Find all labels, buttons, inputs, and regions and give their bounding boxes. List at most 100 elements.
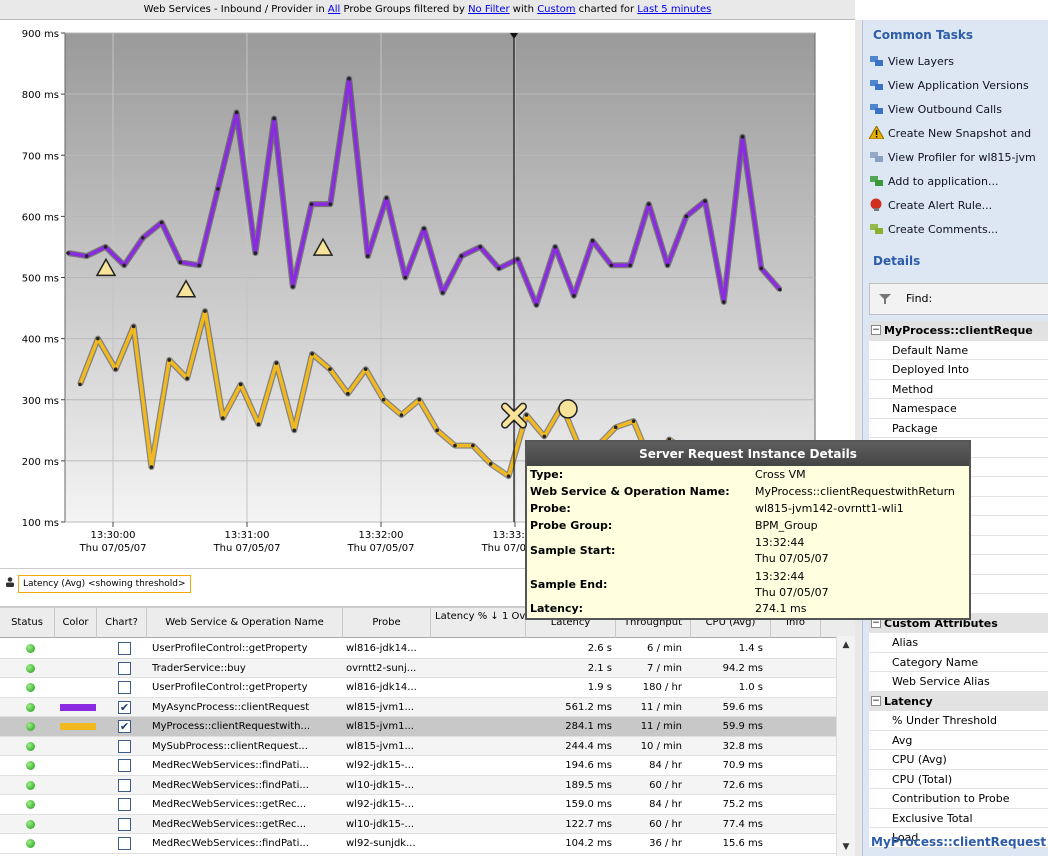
custom-link[interactable]: Custom — [537, 4, 575, 15]
chart-checkbox[interactable] — [118, 642, 131, 655]
property-row[interactable]: Alias — [869, 633, 1048, 653]
property-category[interactable]: − MyProcess::clientReque — [869, 321, 1048, 341]
property-row[interactable]: Category Name — [869, 652, 1048, 672]
property-row[interactable]: Namespace — [869, 399, 1048, 419]
data-point[interactable] — [478, 245, 483, 249]
table-row[interactable]: ✔ MyProcess::clientRequestwith... wl815-jv… — [0, 717, 836, 737]
data-point[interactable] — [272, 116, 276, 121]
data-point[interactable] — [572, 294, 576, 298]
find-field[interactable]: Find: — [869, 283, 1048, 315]
data-point[interactable] — [778, 287, 782, 292]
chart-checkbox[interactable]: ✔ — [118, 720, 131, 733]
task-layers[interactable]: View Layers — [869, 52, 954, 72]
data-point[interactable] — [524, 413, 529, 417]
data-point[interactable] — [309, 202, 314, 206]
property-row[interactable]: Web Service Alias — [869, 672, 1048, 692]
data-point[interactable] — [440, 290, 445, 295]
task-add-app[interactable]: Add to application... — [869, 172, 999, 192]
data-point[interactable] — [515, 257, 520, 261]
selected-operation-link[interactable]: MyProcess::clientRequest — [871, 835, 1046, 849]
data-point[interactable] — [238, 382, 243, 387]
data-point[interactable] — [167, 358, 172, 362]
chart-checkbox[interactable] — [118, 778, 131, 792]
data-point[interactable] — [185, 376, 189, 381]
data-point[interactable] — [759, 266, 764, 271]
scroll-down-button[interactable]: ▼ — [839, 840, 853, 854]
property-row[interactable]: Exclusive Total — [869, 808, 1048, 828]
data-point[interactable] — [310, 352, 314, 356]
data-point[interactable] — [363, 367, 368, 371]
data-point[interactable] — [534, 303, 539, 307]
task-versions[interactable]: View Application Versions — [869, 76, 1029, 96]
data-point[interactable] — [721, 300, 726, 304]
data-point[interactable] — [453, 443, 457, 448]
data-point[interactable] — [497, 266, 501, 271]
data-point[interactable] — [609, 263, 614, 268]
data-point[interactable] — [66, 251, 70, 255]
data-point[interactable] — [590, 239, 595, 243]
property-row[interactable]: CPU (Avg) — [869, 750, 1048, 770]
data-point[interactable] — [216, 187, 220, 191]
data-point[interactable] — [613, 425, 618, 430]
data-point[interactable] — [159, 220, 164, 225]
scroll-up-button[interactable]: ▲ — [839, 638, 853, 652]
legend-metric-label[interactable]: Latency (Avg) <showing threshold> — [18, 575, 191, 593]
data-point[interactable] — [221, 416, 225, 420]
data-point[interactable] — [647, 202, 651, 206]
property-row[interactable]: Default Name — [869, 340, 1048, 360]
col-status[interactable]: Status — [0, 608, 55, 638]
data-point[interactable] — [403, 275, 408, 280]
data-point[interactable] — [399, 413, 404, 417]
data-point[interactable] — [417, 397, 422, 402]
data-point[interactable] — [384, 196, 389, 200]
data-point[interactable] — [234, 110, 239, 115]
table-row[interactable]: ✔ MyAsyncProcess::clientRequest wl815-jvm1… — [0, 697, 836, 717]
data-point[interactable] — [381, 397, 386, 402]
filter-link[interactable]: No Filter — [468, 4, 510, 15]
data-point[interactable] — [113, 367, 118, 371]
data-point[interactable] — [459, 254, 464, 258]
data-point[interactable] — [506, 474, 511, 478]
data-point[interactable] — [542, 434, 547, 439]
data-point[interactable] — [197, 263, 201, 268]
data-point[interactable] — [131, 324, 136, 329]
col-chart[interactable]: Chart? — [97, 608, 147, 638]
data-point[interactable] — [740, 135, 745, 139]
data-point[interactable] — [274, 361, 279, 365]
data-point[interactable] — [78, 382, 82, 387]
probe-groups-link[interactable]: All — [328, 4, 340, 15]
chart-checkbox[interactable] — [118, 681, 131, 694]
table-row[interactable]: UserProfileControl::getProperty wl816-jdk… — [0, 639, 836, 659]
col-color[interactable]: Color — [55, 608, 97, 638]
task-outbound-calls[interactable]: View Outbound Calls — [869, 100, 1002, 120]
task-comment[interactable]: Create Comments... — [869, 220, 998, 240]
data-point[interactable] — [703, 199, 707, 203]
chart-checkbox[interactable] — [118, 739, 131, 753]
data-point[interactable] — [149, 465, 154, 469]
chart-checkbox[interactable]: ✔ — [118, 700, 131, 714]
property-row[interactable]: Package — [869, 418, 1048, 438]
data-point[interactable] — [253, 251, 258, 255]
collapse-icon[interactable]: − — [871, 695, 881, 706]
table-scrollbar[interactable]: ▲ ▼ — [836, 636, 855, 856]
property-row[interactable]: % Under Threshold — [869, 711, 1048, 731]
col-name[interactable]: Web Service & Operation Name — [147, 608, 343, 638]
property-row[interactable]: CPU (Total) — [869, 769, 1048, 789]
data-point[interactable] — [96, 336, 100, 341]
chart-checkbox[interactable] — [118, 837, 131, 850]
data-point[interactable] — [328, 367, 332, 371]
data-point[interactable] — [631, 419, 636, 423]
data-point[interactable] — [256, 422, 261, 427]
table-row[interactable]: MedRecWebServices::getRec... wl92-jdk15-.… — [0, 795, 836, 815]
table-row[interactable]: MedRecWebServices::getRec... wl10-jdk15-.… — [0, 814, 836, 834]
data-point[interactable] — [346, 391, 350, 396]
property-category[interactable]: − Latency — [869, 691, 1048, 711]
task-profiler[interactable]: View Profiler for wl815-jvm — [869, 148, 1036, 168]
table-row[interactable]: MedRecWebServices::findPati... wl92-jdk15… — [0, 756, 836, 776]
property-row[interactable]: Avg — [869, 730, 1048, 750]
data-point[interactable] — [365, 254, 370, 258]
data-point[interactable] — [292, 428, 297, 433]
data-point[interactable] — [628, 263, 632, 268]
data-point[interactable] — [291, 284, 295, 289]
data-point[interactable] — [103, 245, 108, 249]
